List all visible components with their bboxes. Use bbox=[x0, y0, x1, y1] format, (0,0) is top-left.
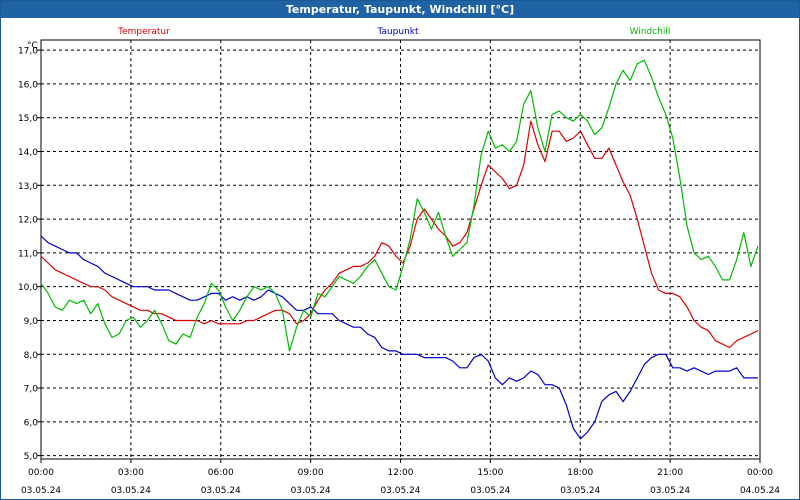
x-tick-label-date: 03.05.24 bbox=[201, 486, 241, 496]
x-tick-label-time: 00:00 bbox=[28, 468, 54, 478]
y-tick-label: 5,0 bbox=[24, 452, 39, 462]
y-tick-label: 10,0 bbox=[18, 283, 38, 293]
chart-title: Temperatur, Taupunkt, Windchill [°C] bbox=[1, 1, 799, 18]
x-tick-label-date: 03.05.24 bbox=[21, 486, 61, 496]
y-tick-label: 6,0 bbox=[24, 418, 39, 428]
legend-entry-windchill: Windchill bbox=[630, 27, 671, 37]
x-tick-label-date: 03.05.24 bbox=[111, 486, 151, 496]
x-tick-label-time: 09:00 bbox=[298, 468, 324, 478]
chart-window: Temperatur, Taupunkt, Windchill [°C] 5,0… bbox=[0, 0, 800, 500]
plot-area: 5,0 6,0 7,0 8,0 9,0 10,0 11,0 12,0 13,0 14,0 15,0 1… bbox=[18, 27, 780, 496]
x-tick-label-time: 12:00 bbox=[388, 468, 414, 478]
line-chart: 5,0 6,0 7,0 8,0 9,0 10,0 11,0 12,0 13,0 14,0 15,0 1… bbox=[18, 27, 780, 496]
y-tick-label: 11,0 bbox=[18, 249, 38, 259]
x-tick-label-date: 04.05.24 bbox=[740, 486, 780, 496]
y-tick-label: 16,0 bbox=[18, 80, 38, 90]
x-tick-label-time: 18:00 bbox=[567, 468, 593, 478]
x-tick-label-date: 03.05.24 bbox=[470, 486, 510, 496]
x-tick-label-date: 03.05.24 bbox=[291, 486, 331, 496]
y-tick-label: 15,0 bbox=[18, 114, 38, 124]
x-tick-label-date: 03.05.24 bbox=[560, 486, 600, 496]
legend-entry-taupunkt: Taupunkt bbox=[376, 27, 419, 37]
y-tick-label: 8,0 bbox=[24, 351, 39, 361]
y-axis-label: °C bbox=[27, 41, 38, 51]
x-tick-label-time: 03:00 bbox=[118, 468, 144, 478]
legend-entry-temperatur: Temperatur bbox=[117, 27, 170, 37]
x-tick-label-time: 21:00 bbox=[657, 468, 683, 478]
x-tick-label-time: 00:00 bbox=[747, 468, 773, 478]
x-tick-label-date: 03.05.24 bbox=[380, 486, 420, 496]
y-tick-label: 9,0 bbox=[24, 317, 39, 327]
x-tick-label-time: 15:00 bbox=[477, 468, 503, 478]
y-tick-label: 7,0 bbox=[24, 385, 39, 395]
y-tick-label: 12,0 bbox=[18, 216, 38, 226]
y-tick-label: 13,0 bbox=[18, 182, 38, 192]
y-tick-label: 14,0 bbox=[18, 148, 38, 158]
x-tick-label-date: 03.05.24 bbox=[650, 486, 690, 496]
x-tick-label-time: 06:00 bbox=[208, 468, 234, 478]
